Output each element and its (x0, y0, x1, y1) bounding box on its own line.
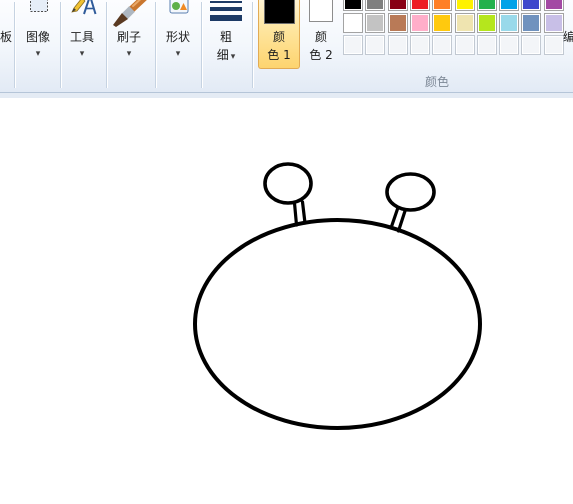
group-separator (14, 2, 15, 88)
chevron-down-icon: ▾ (126, 49, 132, 59)
right-stalk-line (396, 209, 407, 233)
edit-colors-button[interactable]: 编 (563, 0, 573, 70)
palette-swatch[interactable] (388, 13, 408, 33)
group-separator (155, 2, 156, 88)
color-2-label-line1: 颜 (314, 30, 327, 44)
palette-swatch[interactable] (365, 13, 385, 33)
color-1-swatch (264, 0, 295, 24)
shapes-label: 形状 (165, 30, 190, 44)
palette-swatch[interactable] (544, 0, 564, 11)
palette-swatch[interactable] (455, 13, 475, 33)
shapes-button[interactable]: 形状 ▾ (157, 0, 199, 70)
color-1-label-line2: 色 1 (267, 48, 291, 62)
clipboard-button[interactable]: 板 (0, 0, 14, 70)
palette-swatch[interactable] (343, 0, 363, 11)
palette-swatch[interactable] (521, 13, 541, 33)
custom-color-slot[interactable] (410, 35, 430, 55)
color-2-label-line2: 色 2 (309, 48, 333, 62)
brush-icon (113, 0, 147, 27)
custom-color-slot[interactable] (477, 35, 497, 55)
color-1-button[interactable]: 颜 色 1 (258, 0, 300, 69)
size-label-text: 细 (216, 48, 229, 62)
clipboard-label: 板 (0, 30, 13, 44)
palette-swatch[interactable] (544, 13, 564, 33)
palette-swatch[interactable] (432, 13, 452, 33)
palette-swatch[interactable] (521, 0, 541, 11)
left-stalk-line (300, 200, 307, 225)
palette-swatch[interactable] (410, 13, 430, 33)
custom-color-slot[interactable] (499, 35, 519, 55)
palette-swatch[interactable] (477, 0, 497, 11)
ribbon: 板 图像 ▾ 工具 ▾ 刷子 ▾ 形状 ▾ 粗 细 ▾ 颜 色 1 颜 色 2 … (0, 0, 573, 93)
chevron-down-icon: ▾ (35, 49, 41, 59)
custom-color-slot[interactable] (455, 35, 475, 55)
drawing-surface (193, 162, 482, 430)
left-stalk-line (292, 201, 299, 227)
select-icon (30, 0, 48, 12)
line-width-icon (210, 1, 242, 21)
size-label-line1: 粗 (219, 30, 232, 44)
drawing-canvas[interactable] (0, 98, 573, 504)
custom-color-slot[interactable] (388, 35, 408, 55)
custom-color-slot[interactable] (544, 35, 564, 55)
palette-swatch[interactable] (499, 0, 519, 11)
pencil-text-icon (71, 0, 97, 15)
group-separator (201, 2, 202, 88)
tools-label: 工具 (69, 30, 94, 44)
size-label-line2: 细 ▾ (204, 48, 248, 65)
chevron-down-icon: ▾ (230, 52, 236, 62)
edit-colors-label: 编 (563, 30, 573, 45)
colors-group-label: 颜色 (424, 75, 449, 89)
left-small-circle-shape (263, 162, 313, 205)
large-ellipse-shape (193, 218, 482, 430)
chevron-down-icon: ▾ (175, 49, 181, 59)
color-1-label-line1: 颜 (272, 30, 285, 44)
palette-swatch[interactable] (432, 0, 452, 11)
custom-color-slot[interactable] (343, 35, 363, 55)
right-stalk-line (389, 207, 400, 230)
custom-color-slot[interactable] (365, 35, 385, 55)
palette-swatch[interactable] (365, 0, 385, 11)
image-label: 图像 (25, 30, 50, 44)
brushes-button[interactable]: 刷子 ▾ (107, 0, 151, 70)
shapes-icon (169, 0, 189, 14)
palette-swatch[interactable] (499, 13, 519, 33)
group-separator (252, 2, 253, 88)
chevron-down-icon: ▾ (79, 49, 85, 59)
palette-swatch[interactable] (388, 0, 408, 11)
palette-swatch[interactable] (410, 0, 430, 11)
palette-swatch[interactable] (477, 13, 497, 33)
palette-swatch[interactable] (455, 0, 475, 11)
color-2-swatch (309, 0, 333, 22)
brushes-label: 刷子 (116, 30, 141, 44)
palette-swatch[interactable] (343, 13, 363, 33)
right-small-circle-shape (385, 172, 436, 212)
image-button[interactable]: 图像 ▾ (17, 0, 59, 70)
tools-button[interactable]: 工具 ▾ (61, 0, 103, 70)
color-2-button[interactable]: 颜 色 2 (302, 0, 340, 69)
size-button[interactable]: 粗 细 ▾ (204, 0, 248, 70)
custom-color-slot[interactable] (432, 35, 452, 55)
custom-color-slot[interactable] (521, 35, 541, 55)
color-palette (343, 0, 565, 58)
